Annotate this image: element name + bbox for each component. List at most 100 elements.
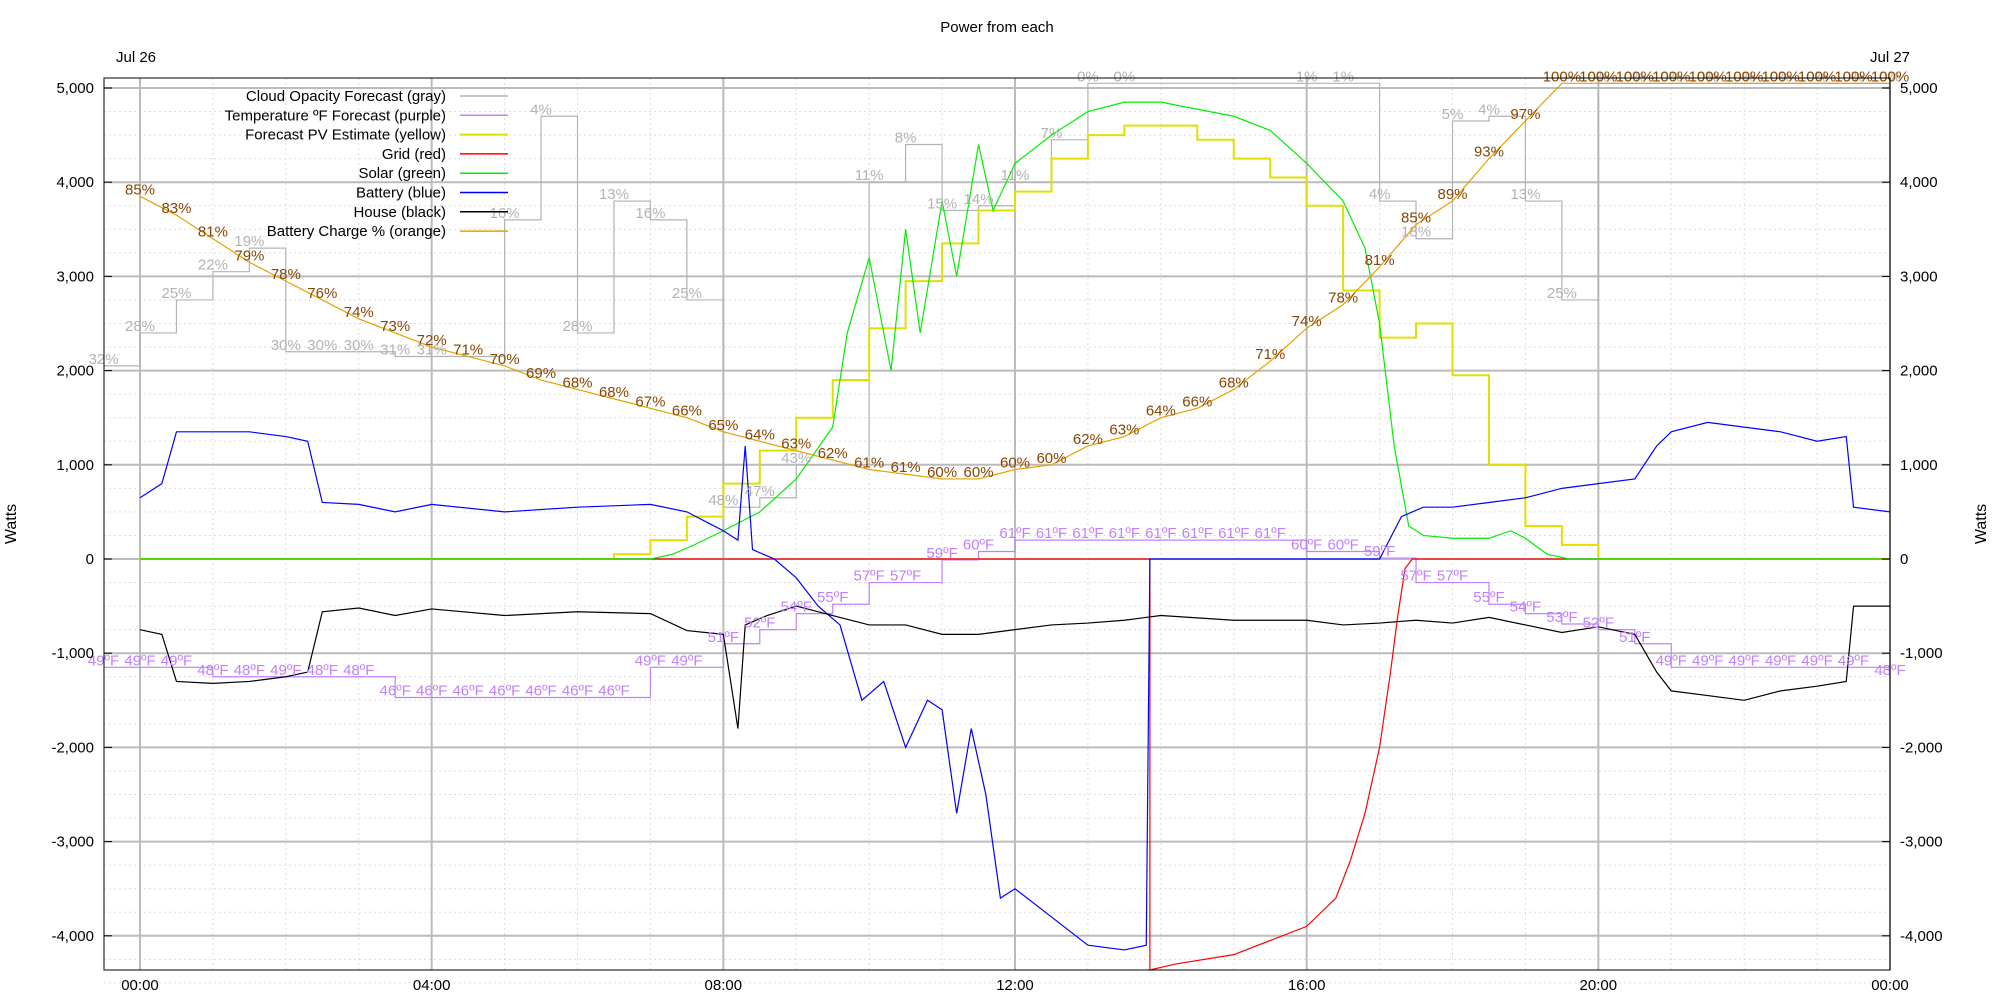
point-label-battery-charge-orange: 97% — [1510, 106, 1540, 123]
point-label-battery-charge-orange: 74% — [1292, 313, 1322, 330]
point-label-temperature-f-forecast-purple: 49ºF — [124, 652, 155, 669]
point-label-temperature-f-forecast-purple: 52ºF — [1583, 615, 1614, 632]
point-label-battery-charge-orange: 68% — [1219, 374, 1249, 391]
chart-background — [0, 0, 2000, 1000]
point-label-cloud-opacity-forecast-gray: 15% — [927, 195, 957, 212]
point-label-temperature-f-forecast-purple: 57ºF — [890, 568, 921, 585]
point-label-temperature-f-forecast-purple: 55ºF — [1473, 589, 1504, 606]
point-label-battery-charge-orange: 100% — [1798, 68, 1836, 85]
point-label-battery-charge-orange: 73% — [380, 318, 410, 335]
point-label-battery-charge-orange: 60% — [927, 464, 957, 481]
point-label-cloud-opacity-forecast-gray: 11% — [1001, 167, 1030, 184]
point-label-cloud-opacity-forecast-gray: 5% — [1442, 106, 1464, 123]
point-label-temperature-f-forecast-purple: 49ºF — [270, 662, 301, 679]
y-tick-label-left: 3,000 — [56, 268, 94, 285]
point-label-battery-charge-orange: 83% — [161, 200, 191, 217]
point-label-temperature-f-forecast-purple: 61ºF — [1072, 525, 1103, 542]
point-label-battery-charge-orange: 100% — [1725, 68, 1763, 85]
date-end-label: Jul 27 — [1870, 49, 1910, 66]
point-label-temperature-f-forecast-purple: 61ºF — [1182, 525, 1213, 542]
point-label-temperature-f-forecast-purple: 46ºF — [489, 682, 520, 699]
y-tick-label-right: -2,000 — [1900, 739, 1943, 756]
point-label-cloud-opacity-forecast-gray: 31% — [380, 341, 410, 358]
point-label-battery-charge-orange: 71% — [1255, 346, 1285, 363]
point-label-battery-charge-orange: 62% — [1073, 431, 1103, 448]
point-label-cloud-opacity-forecast-gray: 11% — [855, 167, 884, 184]
point-label-battery-charge-orange: 78% — [271, 266, 301, 283]
point-label-temperature-f-forecast-purple: 46ºF — [416, 682, 447, 699]
point-label-battery-charge-orange: 63% — [1109, 422, 1139, 439]
point-label-temperature-f-forecast-purple: 60ºF — [1327, 536, 1358, 553]
point-label-battery-charge-orange: 100% — [1616, 68, 1654, 85]
point-label-battery-charge-orange: 100% — [1761, 68, 1799, 85]
y-tick-label-right: 3,000 — [1900, 268, 1938, 285]
y-tick-label-right: 1,000 — [1900, 457, 1938, 474]
point-label-battery-charge-orange: 60% — [1036, 450, 1066, 467]
point-label-battery-charge-orange: 61% — [891, 459, 921, 476]
point-label-battery-charge-orange: 66% — [672, 403, 702, 420]
y-tick-label-left: 0 — [86, 551, 94, 568]
point-label-temperature-f-forecast-purple: 57ºF — [1437, 568, 1468, 585]
legend-label: House (black) — [353, 204, 446, 221]
point-label-battery-charge-orange: 89% — [1437, 186, 1467, 203]
legend-label: Battery (blue) — [356, 185, 446, 202]
point-label-battery-charge-orange: 71% — [453, 341, 483, 358]
point-label-temperature-f-forecast-purple: 49ºF — [671, 652, 702, 669]
point-label-cloud-opacity-forecast-gray: 0% — [1114, 68, 1136, 85]
point-label-battery-charge-orange: 67% — [635, 393, 665, 410]
legend-label: Temperature ºF Forecast (purple) — [225, 107, 446, 124]
point-label-battery-charge-orange: 85% — [1401, 210, 1431, 227]
x-tick-label: 20:00 — [1580, 977, 1618, 994]
x-tick-label: 12:00 — [996, 977, 1034, 994]
point-label-temperature-f-forecast-purple: 48ºF — [197, 662, 228, 679]
point-label-battery-charge-orange: 74% — [344, 304, 374, 321]
power-chart: 32%28%25%22%19%30% 30% 30% 31% 31%16%4%28%13… — [0, 0, 2000, 1000]
point-label-battery-charge-orange: 100% — [1689, 68, 1727, 85]
point-label-temperature-f-forecast-purple: 61ºF — [1109, 525, 1140, 542]
point-label-battery-charge-orange: 68% — [562, 374, 592, 391]
y-tick-label-right: 4,000 — [1900, 174, 1938, 191]
point-label-temperature-f-forecast-purple: 52ºF — [744, 615, 775, 632]
point-label-temperature-f-forecast-purple: 48ºF — [307, 662, 338, 679]
point-label-temperature-f-forecast-purple: 46ºF — [562, 682, 593, 699]
x-tick-label: 04:00 — [413, 977, 451, 994]
point-label-temperature-f-forecast-purple: 49ºF — [1801, 652, 1832, 669]
point-label-cloud-opacity-forecast-gray: 30% — [307, 337, 337, 354]
y-tick-label-left: -2,000 — [51, 739, 94, 756]
point-label-temperature-f-forecast-purple: 46ºF — [525, 682, 556, 699]
y-tick-label-left: -1,000 — [51, 645, 94, 662]
legend-label: Cloud Opacity Forecast (gray) — [246, 88, 446, 105]
point-label-battery-charge-orange: 61% — [854, 455, 884, 472]
point-label-cloud-opacity-forecast-gray: 14% — [964, 191, 994, 208]
point-label-battery-charge-orange: 64% — [1146, 403, 1176, 420]
point-label-battery-charge-orange: 100% — [1652, 68, 1690, 85]
point-label-battery-charge-orange: 62% — [818, 445, 848, 462]
point-label-cloud-opacity-forecast-gray: 0% — [1077, 68, 1099, 85]
point-label-cloud-opacity-forecast-gray: 1% — [1332, 68, 1354, 85]
point-label-battery-charge-orange: 85% — [125, 181, 155, 198]
point-label-temperature-f-forecast-purple: 49ºF — [1838, 652, 1869, 669]
point-label-cloud-opacity-forecast-gray: 8% — [895, 130, 917, 147]
point-label-cloud-opacity-forecast-gray: 7% — [1041, 125, 1063, 142]
y-axis-label-left: Watts — [3, 504, 20, 544]
point-label-temperature-f-forecast-purple: 46ºF — [452, 682, 483, 699]
point-label-temperature-f-forecast-purple: 49ºF — [1765, 652, 1796, 669]
x-tick-label: 16:00 — [1288, 977, 1326, 994]
point-label-temperature-f-forecast-purple: 48ºF — [234, 662, 265, 679]
point-label-cloud-opacity-forecast-gray: 25% — [1547, 285, 1577, 302]
point-label-temperature-f-forecast-purple: 57ºF — [854, 568, 885, 585]
point-label-battery-charge-orange: 100% — [1834, 68, 1872, 85]
point-label-battery-charge-orange: 63% — [781, 436, 811, 453]
point-label-temperature-f-forecast-purple: 53ºF — [1546, 609, 1577, 626]
point-label-temperature-f-forecast-purple: 61ºF — [1255, 525, 1286, 542]
point-label-temperature-f-forecast-purple: 61ºF — [1036, 525, 1067, 542]
x-tick-label: 00:00 — [1871, 977, 1909, 994]
point-label-battery-charge-orange: 70% — [490, 351, 520, 368]
chart-title: Power from each — [940, 19, 1053, 36]
point-label-cloud-opacity-forecast-gray: 13% — [1510, 186, 1540, 203]
y-tick-label-left: 5,000 — [56, 80, 94, 97]
point-label-battery-charge-orange: 60% — [964, 464, 994, 481]
point-label-cloud-opacity-forecast-gray: 30% — [271, 337, 301, 354]
point-label-temperature-f-forecast-purple: 49ºF — [1729, 652, 1760, 669]
point-label-battery-charge-orange: 64% — [745, 426, 775, 443]
